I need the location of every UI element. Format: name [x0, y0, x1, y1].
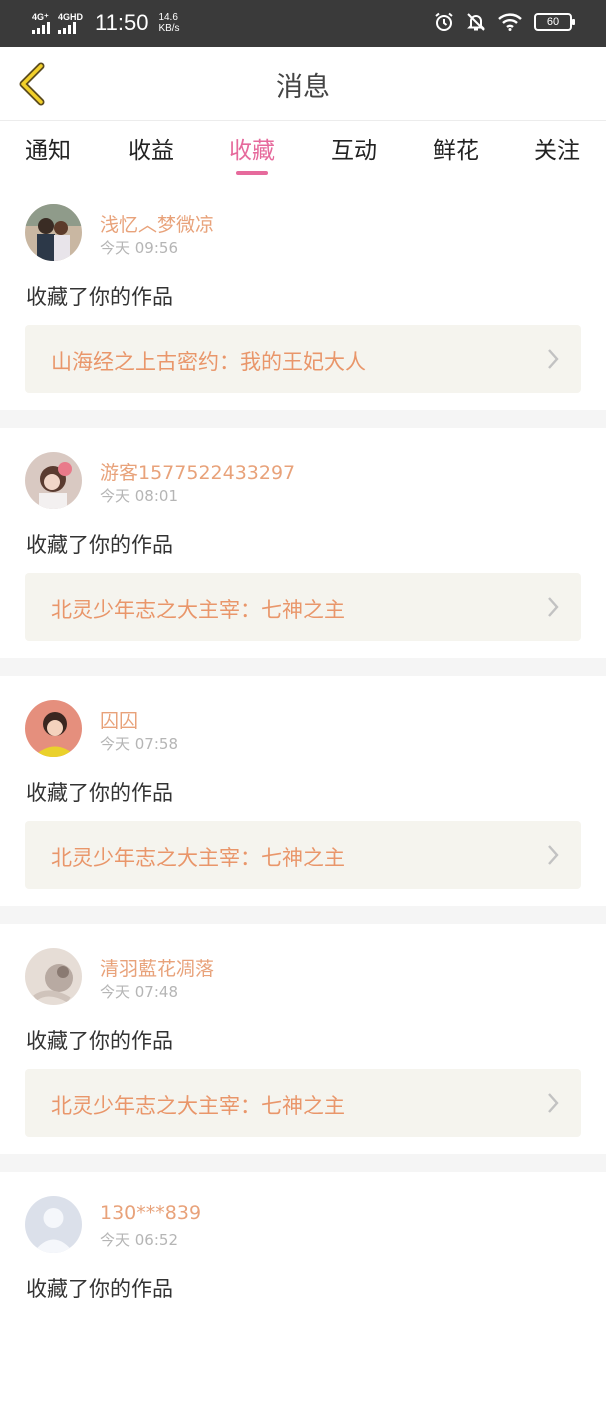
status-time: 11:50 — [95, 10, 149, 35]
message-time: 今天 07:48 — [100, 983, 178, 1001]
message-time: 今天 09:56 — [100, 239, 178, 257]
list-item: 清羽藍花凋落 今天 07:48 收藏了你的作品 北灵少年志之大主宰：七神之主 — [0, 924, 606, 1154]
tab-label: 鲜花 — [433, 138, 479, 164]
alarm-icon — [435, 12, 453, 31]
tab-label: 通知 — [25, 138, 71, 164]
chevron-right-icon — [548, 349, 559, 369]
username[interactable]: 游客1577522433297 — [100, 458, 295, 485]
signal-2-label: 4GHD — [58, 12, 84, 22]
tab-flowers[interactable]: 鲜花 — [411, 131, 501, 165]
signal-bars-icon — [58, 22, 76, 34]
work-title: 山海经之上古密约：我的王妃大人 — [51, 350, 366, 374]
active-tab-indicator — [236, 171, 268, 175]
divider — [0, 906, 606, 924]
signal-2: 4GHD — [58, 12, 83, 34]
avatar[interactable] — [25, 452, 82, 509]
signal-1: 4G⁺ — [32, 12, 50, 34]
header: 消息 — [0, 47, 606, 121]
tab-label: 互动 — [331, 138, 377, 164]
default-avatar-icon[interactable] — [25, 1196, 82, 1253]
tab-notifications[interactable]: 通知 — [3, 131, 93, 165]
divider — [0, 658, 606, 676]
tab-following[interactable]: 关注 — [512, 131, 602, 165]
chevron-right-icon — [548, 845, 559, 865]
message-text: 收藏了你的作品 — [26, 781, 173, 805]
tab-label: 收益 — [128, 138, 174, 164]
network-speed-unit: KB/s — [158, 23, 180, 34]
message-time: 今天 08:01 — [100, 487, 178, 505]
divider — [0, 410, 606, 428]
network-speed: 14.6 KB/s — [158, 12, 179, 34]
divider — [0, 1154, 606, 1172]
status-bar: 4G⁺ 4GHD 11:50 14.6 KB/s 60 — [0, 0, 606, 47]
work-link[interactable]: 北灵少年志之大主宰：七神之主 — [25, 821, 581, 889]
work-title: 北灵少年志之大主宰：七神之主 — [51, 1094, 345, 1118]
wifi-icon — [498, 13, 522, 31]
signal-1-label: 4G⁺ — [32, 12, 49, 22]
tab-earnings[interactable]: 收益 — [106, 131, 196, 165]
username[interactable]: 囚囚 — [100, 706, 138, 733]
message-text: 收藏了你的作品 — [26, 1029, 173, 1053]
chevron-right-icon — [548, 597, 559, 617]
username[interactable]: 浅忆︿梦微凉 — [100, 210, 214, 237]
message-list: 浅忆︿梦微凉 今天 09:56 收藏了你的作品 山海经之上古密约：我的王妃大人 … — [0, 180, 606, 1402]
chevron-right-icon — [548, 1093, 559, 1113]
tab-favorites[interactable]: 收藏 — [207, 131, 297, 175]
username[interactable]: 130***839 — [100, 1202, 201, 1224]
signal-bars-icon — [32, 22, 50, 34]
tab-label: 关注 — [534, 138, 580, 164]
message-time: 今天 06:52 — [100, 1231, 178, 1249]
battery-icon: 60 — [534, 13, 575, 31]
tab-label: 收藏 — [229, 138, 275, 164]
tab-interactions[interactable]: 互动 — [309, 131, 399, 165]
message-time: 今天 07:58 — [100, 735, 178, 753]
list-item: 130***839 今天 06:52 收藏了你的作品 — [0, 1172, 606, 1402]
avatar[interactable] — [25, 700, 82, 757]
message-text: 收藏了你的作品 — [26, 533, 173, 557]
list-item: 浅忆︿梦微凉 今天 09:56 收藏了你的作品 山海经之上古密约：我的王妃大人 — [0, 180, 606, 410]
network-speed-value: 14.6 — [158, 12, 178, 23]
work-title: 北灵少年志之大主宰：七神之主 — [51, 846, 345, 870]
message-text: 收藏了你的作品 — [26, 285, 173, 309]
avatar[interactable] — [25, 948, 82, 1005]
username[interactable]: 清羽藍花凋落 — [100, 954, 214, 981]
page-title: 消息 — [276, 72, 330, 103]
work-title: 北灵少年志之大主宰：七神之主 — [51, 598, 345, 622]
battery-level: 60 — [546, 16, 560, 28]
list-item: 囚囚 今天 07:58 收藏了你的作品 北灵少年志之大主宰：七神之主 — [0, 676, 606, 906]
avatar[interactable] — [25, 204, 82, 261]
work-link[interactable]: 北灵少年志之大主宰：七神之主 — [25, 1069, 581, 1137]
list-item: 游客1577522433297 今天 08:01 收藏了你的作品 北灵少年志之大… — [0, 428, 606, 658]
message-text: 收藏了你的作品 — [26, 1277, 173, 1301]
mute-bell-icon — [467, 13, 485, 31]
tab-bar: 通知 收益 收藏 互动 鲜花 关注 — [0, 121, 606, 179]
work-link[interactable]: 北灵少年志之大主宰：七神之主 — [25, 573, 581, 641]
work-link[interactable]: 山海经之上古密约：我的王妃大人 — [25, 325, 581, 393]
